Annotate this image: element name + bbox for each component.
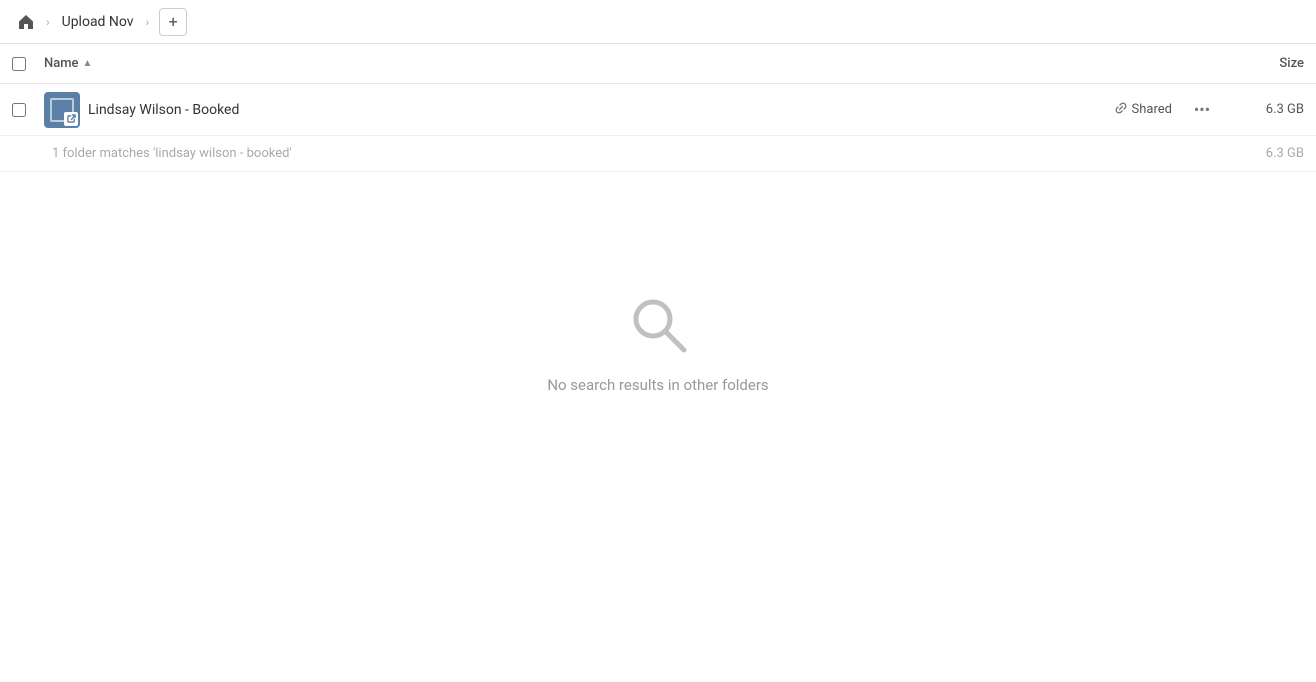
select-all-checkbox-col[interactable] — [12, 57, 44, 71]
search-empty-icon — [626, 292, 690, 356]
size-column-header: Size — [1204, 56, 1304, 71]
breadcrumb-bar: › Upload Nov › + — [0, 0, 1316, 44]
empty-state-text: No search results in other folders — [547, 376, 768, 394]
select-all-checkbox[interactable] — [12, 57, 26, 71]
file-name: Lindsay Wilson - Booked — [88, 102, 1114, 118]
sort-arrow-icon: ▲ — [83, 58, 93, 69]
content-area: Name ▲ Size Lindsay Wilson - Booked — [0, 44, 1316, 682]
link-overlay-icon — [64, 112, 78, 126]
more-options-button[interactable]: ••• — [1188, 96, 1216, 124]
folder-match-text: 1 folder matches 'lindsay wilson - booke… — [52, 146, 292, 161]
row-checkbox[interactable] — [12, 103, 26, 117]
table-header: Name ▲ Size — [0, 44, 1316, 84]
home-icon[interactable] — [12, 8, 40, 36]
link-icon — [1114, 101, 1128, 119]
breadcrumb-chevron-2: › — [146, 15, 150, 29]
row-checkbox-col[interactable] — [12, 103, 44, 117]
shared-label: Shared — [1114, 101, 1172, 119]
folder-icon-wrapper — [44, 92, 80, 128]
folder-match-info: 1 folder matches 'lindsay wilson - booke… — [0, 136, 1316, 172]
empty-state: No search results in other folders — [0, 172, 1316, 454]
folder-icon — [44, 92, 80, 128]
breadcrumb-item-upload-nov[interactable]: Upload Nov — [56, 12, 140, 32]
file-size: 6.3 GB — [1224, 102, 1304, 117]
breadcrumb-chevron-1: › — [46, 15, 50, 29]
folder-match-size: 6.3 GB — [1266, 146, 1304, 161]
name-column-header[interactable]: Name ▲ — [44, 56, 1204, 71]
file-row[interactable]: Lindsay Wilson - Booked Shared ••• 6.3 G… — [0, 84, 1316, 136]
add-button[interactable]: + — [159, 8, 187, 36]
shared-text: Shared — [1132, 102, 1172, 117]
